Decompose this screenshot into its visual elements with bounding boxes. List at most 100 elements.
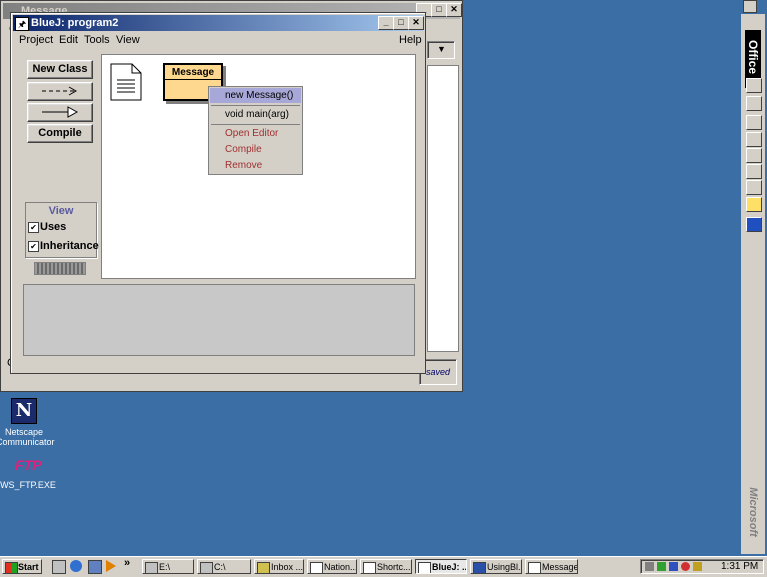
netscape-label: Netscape Communicator bbox=[0, 427, 55, 447]
inbox-icon bbox=[257, 562, 270, 573]
task-label: BlueJ: ... bbox=[432, 562, 467, 572]
windows-logo-icon bbox=[5, 562, 18, 573]
task-usingbluej[interactable]: UsingBl... bbox=[470, 559, 522, 574]
view-panel: View ✔ Uses ✔ Inheritance bbox=[25, 202, 99, 258]
office-bar-menu-icon[interactable] bbox=[743, 0, 757, 13]
task-bluej[interactable]: BlueJ: ... bbox=[415, 559, 467, 574]
menu-item-open-editor[interactable]: Open Editor bbox=[225, 128, 278, 139]
bluej-window[interactable]: BlueJ: program2 🖈 _ □ ✕ Project Edit Too… bbox=[10, 12, 426, 374]
office-note-icon[interactable] bbox=[746, 197, 762, 212]
bluej-app-icon: 🖈 bbox=[15, 17, 29, 31]
task-label: E:\ bbox=[159, 562, 171, 572]
uses-checkbox[interactable]: ✔ bbox=[28, 222, 39, 233]
office-new-doc-icon[interactable] bbox=[746, 78, 762, 93]
inheritance-checkbox[interactable]: ✔ bbox=[28, 241, 39, 252]
media-player-icon[interactable] bbox=[106, 560, 116, 572]
minimize-icon[interactable]: _ bbox=[378, 16, 394, 30]
tray-app-icon[interactable] bbox=[669, 562, 678, 571]
menu-tools[interactable]: Tools bbox=[84, 34, 110, 46]
tray-alert-icon[interactable] bbox=[681, 562, 690, 571]
task-drive-c[interactable]: C:\ bbox=[197, 559, 251, 574]
inheritance-label: Inheritance bbox=[40, 240, 99, 252]
maximize-icon[interactable]: □ bbox=[393, 16, 409, 30]
task-label: Shortc... bbox=[377, 562, 411, 572]
maximize-icon[interactable]: □ bbox=[431, 3, 447, 17]
class-context-menu: new Message() void main(arg) Open Editor… bbox=[208, 86, 303, 175]
menu-help[interactable]: Help bbox=[399, 34, 422, 46]
document-icon bbox=[310, 562, 323, 573]
wsftp-label: WS_FTP.EXE bbox=[0, 480, 56, 490]
office-shortcut-bar: Office Microsoft bbox=[741, 14, 765, 554]
close-icon[interactable]: ✕ bbox=[408, 16, 424, 30]
close-icon[interactable]: ✕ bbox=[446, 3, 462, 17]
tray-tool-icon[interactable] bbox=[693, 562, 702, 571]
dashed-arrow-icon bbox=[42, 86, 78, 96]
office-contact-icon[interactable] bbox=[746, 164, 762, 179]
object-bench[interactable] bbox=[23, 284, 415, 356]
office-mail-icon[interactable] bbox=[746, 115, 762, 130]
desktop-icon-netscape[interactable]: N Netscape Communicator bbox=[0, 398, 55, 447]
shortcut-icon bbox=[363, 562, 376, 573]
task-label: C:\ bbox=[214, 562, 226, 572]
internet-explorer-icon[interactable] bbox=[70, 560, 82, 572]
office-journal-icon[interactable] bbox=[746, 180, 762, 195]
message-editor-area[interactable] bbox=[427, 65, 459, 352]
word-doc-icon bbox=[473, 562, 486, 573]
view-panel-title: View bbox=[48, 205, 74, 217]
menu-view[interactable]: View bbox=[116, 34, 140, 46]
menu-separator bbox=[211, 105, 300, 106]
task-shortcuts[interactable]: Shortc... bbox=[360, 559, 412, 574]
task-label: Inbox ... bbox=[271, 562, 304, 572]
readme-document-icon[interactable] bbox=[110, 63, 142, 101]
office-appointment-icon[interactable] bbox=[746, 148, 762, 163]
start-button[interactable]: Start bbox=[2, 559, 42, 574]
menu-item-void-main[interactable]: void main(arg) bbox=[225, 109, 289, 120]
menu-separator bbox=[211, 124, 300, 125]
inheritance-arrow-icon bbox=[42, 106, 79, 118]
task-drive-e[interactable]: E:\ bbox=[142, 559, 194, 574]
new-class-button[interactable]: New Class bbox=[27, 60, 93, 79]
menu-bar: Project Edit Tools View Help bbox=[13, 32, 423, 50]
office-task-icon[interactable] bbox=[746, 132, 762, 147]
progress-indicator bbox=[34, 262, 86, 275]
netscape-icon: N bbox=[11, 398, 37, 424]
java-app-icon bbox=[528, 562, 541, 573]
uses-arrow-button[interactable] bbox=[27, 82, 93, 101]
menu-item-new-message[interactable]: new Message() bbox=[225, 90, 293, 101]
class-name: Message bbox=[165, 67, 221, 80]
task-nation[interactable]: Nation... bbox=[307, 559, 357, 574]
task-inbox[interactable]: Inbox ... bbox=[254, 559, 304, 574]
network-icon[interactable] bbox=[657, 562, 666, 571]
compile-button[interactable]: Compile bbox=[27, 124, 93, 143]
outlook-icon[interactable] bbox=[88, 560, 102, 574]
task-label: Nation... bbox=[324, 562, 357, 572]
show-desktop-icon[interactable] bbox=[52, 560, 66, 574]
taskbar: Start » E:\ C:\ Inbox ... Nation... Shor… bbox=[0, 556, 767, 577]
quick-launch-more[interactable]: » bbox=[124, 557, 130, 569]
office-setup-icon[interactable] bbox=[746, 217, 762, 232]
system-tray: 1:31 PM bbox=[640, 559, 764, 574]
task-label: UsingBl... bbox=[487, 562, 522, 572]
task-message[interactable]: Message bbox=[525, 559, 578, 574]
menu-item-remove[interactable]: Remove bbox=[225, 160, 262, 171]
dropdown-button[interactable]: ▼ bbox=[427, 41, 455, 59]
chevron-down-icon: ▼ bbox=[437, 44, 446, 54]
ftp-icon: FTP bbox=[15, 457, 42, 473]
drive-icon bbox=[145, 562, 158, 573]
office-open-doc-icon[interactable] bbox=[746, 96, 762, 111]
clock[interactable]: 1:31 PM bbox=[721, 561, 758, 572]
bluej-titlebar[interactable]: BlueJ: program2 bbox=[13, 15, 423, 31]
office-label: Office bbox=[746, 39, 760, 74]
menu-item-compile[interactable]: Compile bbox=[225, 144, 262, 155]
start-label: Start bbox=[18, 562, 39, 572]
inheritance-arrow-button[interactable] bbox=[27, 103, 93, 122]
desktop-icon-wsftp[interactable]: FTP WS_FTP.EXE bbox=[0, 455, 56, 490]
menu-edit[interactable]: Edit bbox=[59, 34, 78, 46]
uses-label: Uses bbox=[40, 221, 67, 233]
volume-icon[interactable] bbox=[645, 562, 654, 571]
task-label: Message bbox=[542, 562, 578, 572]
menu-project[interactable]: Project bbox=[19, 34, 53, 46]
drive-icon bbox=[200, 562, 213, 573]
microsoft-label: Microsoft bbox=[747, 487, 759, 537]
bluej-title: BlueJ: program2 bbox=[31, 17, 119, 29]
